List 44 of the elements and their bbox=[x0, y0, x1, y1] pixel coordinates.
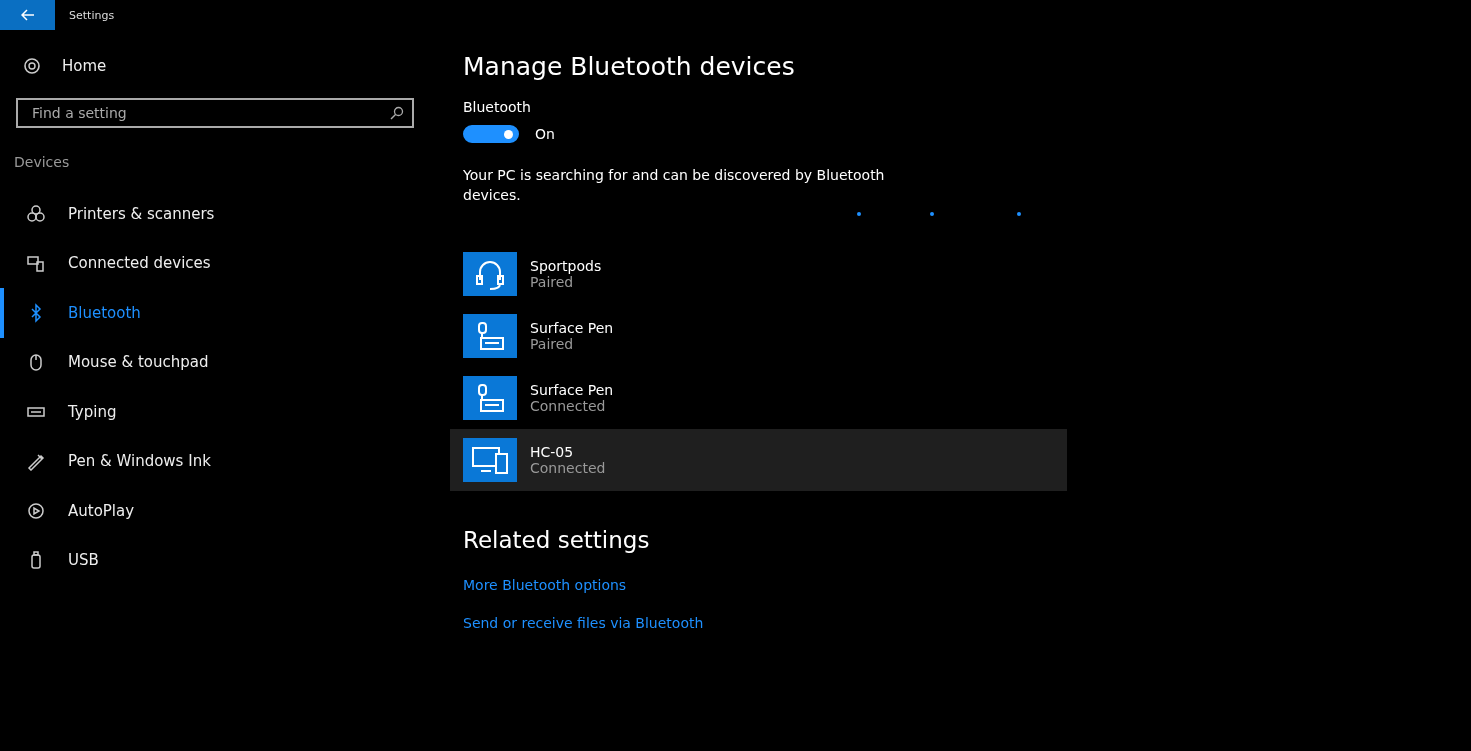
device-name: Sportpods bbox=[530, 258, 602, 274]
home-link[interactable]: Home bbox=[22, 52, 440, 80]
device-item[interactable]: Surface Pen Connected bbox=[450, 367, 1067, 429]
device-item[interactable]: Surface Pen Paired bbox=[450, 305, 1067, 367]
section-heading: Related settings bbox=[463, 527, 650, 553]
device-status: Paired bbox=[530, 274, 575, 290]
nav-item[interactable]: Mouse & touchpad bbox=[0, 337, 440, 387]
device-status: Paired bbox=[530, 336, 575, 352]
play-icon bbox=[26, 500, 46, 521]
toggle-state: On bbox=[535, 126, 555, 142]
nav-item[interactable]: Connected devices bbox=[0, 238, 440, 288]
device-name: HC-05 bbox=[530, 444, 575, 460]
nav-item[interactable]: USB bbox=[0, 535, 440, 585]
window-title: Settings bbox=[69, 8, 115, 22]
search-field[interactable]: Find a setting bbox=[16, 98, 414, 128]
settings-link[interactable]: Send or receive files via Bluetooth bbox=[463, 615, 704, 631]
device-item[interactable]: Sportpods Paired bbox=[450, 243, 1067, 305]
back-arrow-icon bbox=[20, 9, 35, 21]
gear-icon bbox=[22, 56, 42, 76]
printer-icon bbox=[26, 203, 46, 224]
device-name: Surface Pen bbox=[530, 382, 614, 398]
monitor-phone-icon bbox=[463, 438, 517, 482]
status-text: Your PC is searching for and can be discovered by Bluetooth devices. bbox=[463, 166, 886, 205]
nav-item[interactable]: Pen & Windows Ink bbox=[0, 436, 440, 486]
headset-icon bbox=[463, 252, 517, 296]
keyboard-mouse-icon bbox=[463, 314, 517, 358]
nav-item[interactable]: Typing bbox=[0, 387, 440, 437]
section-heading: Devices bbox=[14, 154, 71, 172]
device-status: Connected bbox=[530, 460, 606, 476]
devices-icon bbox=[26, 253, 46, 274]
bluetooth-label: Bluetooth bbox=[463, 99, 531, 115]
device-item[interactable]: HC-05 Connected bbox=[450, 429, 1067, 491]
nav-item[interactable]: Bluetooth bbox=[0, 288, 440, 338]
page-title: Manage Bluetooth devices bbox=[463, 52, 795, 81]
nav-item[interactable]: Printers & scanners bbox=[0, 189, 440, 239]
device-name: Surface Pen bbox=[530, 320, 614, 336]
keyboard-mouse-icon bbox=[463, 376, 517, 420]
pen-icon bbox=[26, 451, 46, 472]
device-status: Connected bbox=[530, 398, 607, 414]
nav-item[interactable]: AutoPlay bbox=[0, 486, 440, 536]
back-button[interactable] bbox=[0, 0, 55, 30]
search-icon bbox=[390, 106, 404, 120]
bluetooth-toggle[interactable] bbox=[463, 125, 519, 143]
settings-link[interactable]: More Bluetooth options bbox=[463, 577, 627, 593]
